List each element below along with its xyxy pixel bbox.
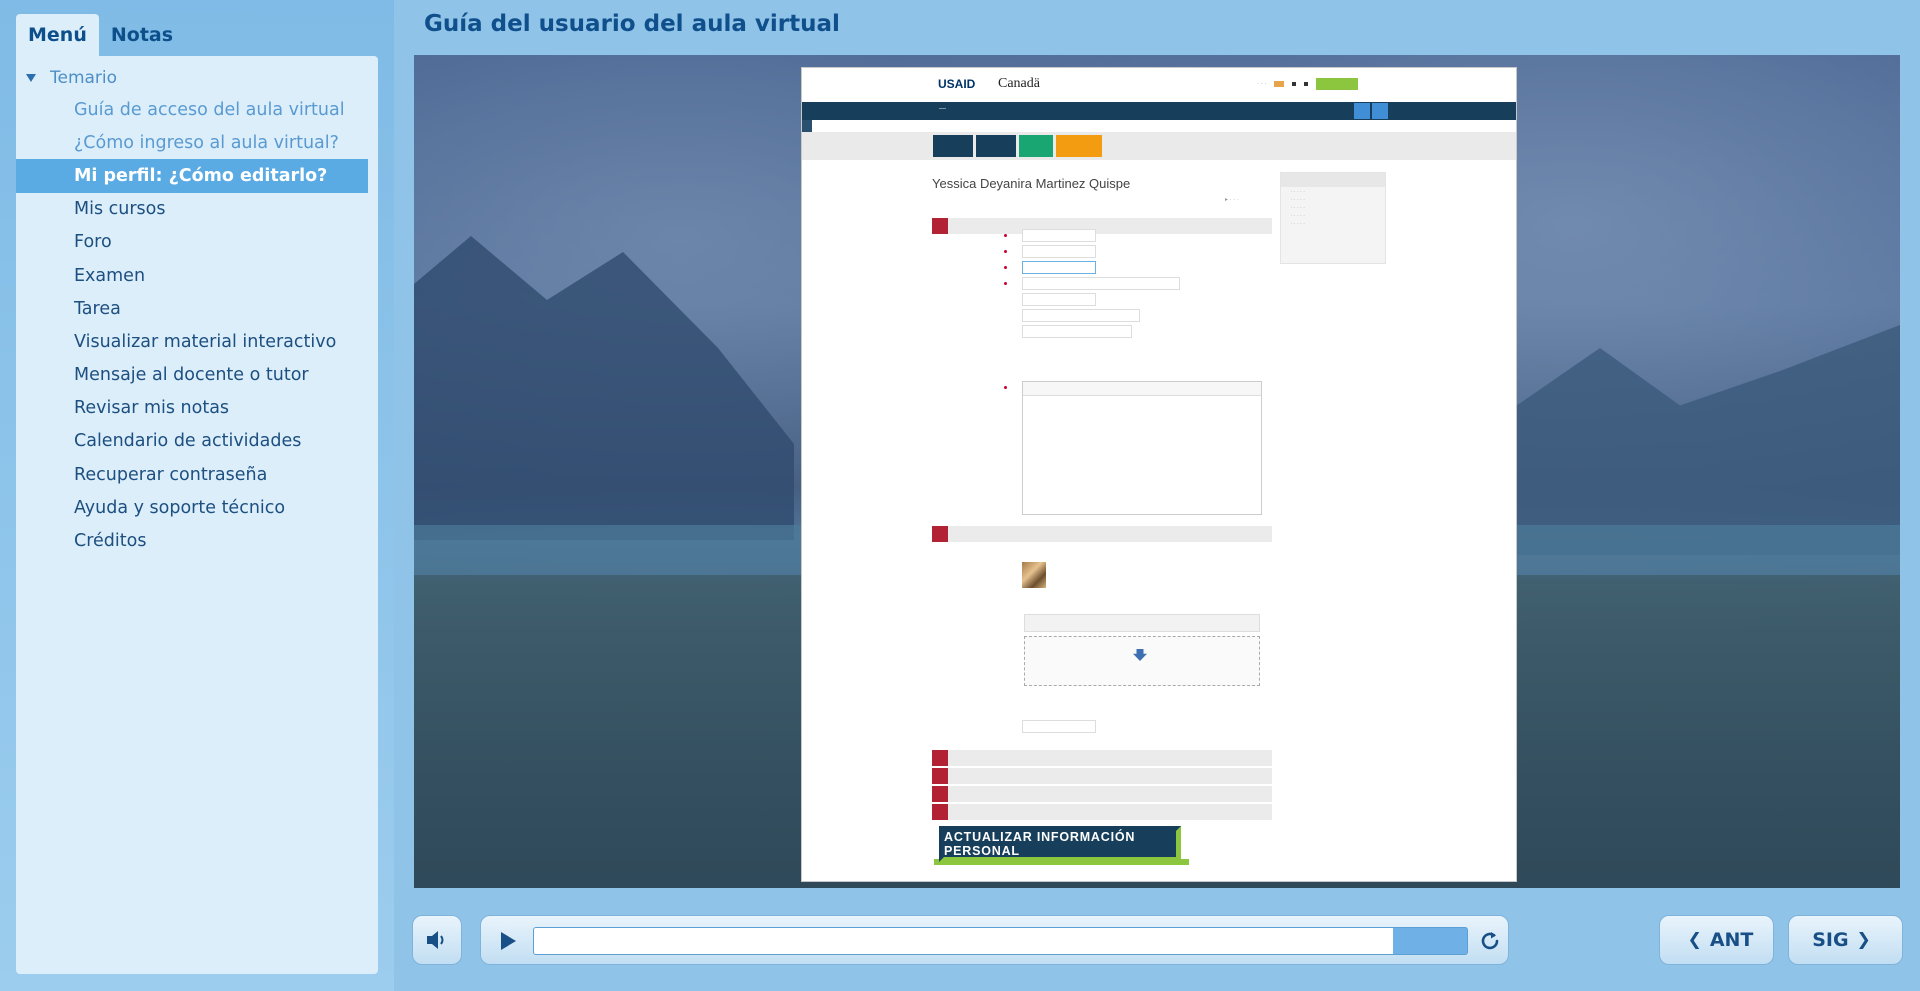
previous-button[interactable]: ❮ ANT (1659, 915, 1774, 965)
screenshot-navbar: — (802, 102, 1516, 120)
temario-label: Temario (50, 68, 118, 88)
screenshot-field-2 (1022, 245, 1096, 258)
sidebar-tabs: Menú Notas (16, 14, 185, 56)
screenshot-filepicker-dropzone (1024, 636, 1260, 686)
sidebar: Menú Notas Temario Guía de acceso del au… (0, 0, 394, 991)
next-label: SIG (1812, 929, 1849, 951)
screenshot-section-image (932, 526, 1272, 542)
usaid-logo: USAID (938, 77, 976, 91)
screenshot-description-editor (1022, 381, 1262, 515)
menu-item-mi-perfil[interactable]: Mi perfil: ¿Cómo editarlo? (16, 159, 368, 193)
previous-label: ANT (1709, 929, 1754, 951)
menu-item-foro[interactable]: Foro (16, 226, 378, 259)
menu-item-revisar-notas[interactable]: Revisar mis notas (16, 392, 378, 425)
screenshot-section-interests (932, 768, 1272, 784)
menu-item-examen[interactable]: Examen (16, 259, 378, 292)
replay-icon[interactable] (1477, 928, 1503, 954)
screenshot-field-6 (1022, 309, 1140, 322)
menu-item-calendario[interactable]: Calendario de actividades (16, 425, 378, 458)
caret-down-icon (26, 74, 36, 82)
background-mountain-left (414, 236, 794, 540)
player-bar (480, 915, 1509, 965)
screenshot-field-4 (1022, 277, 1180, 290)
menu-item-mensaje-docente[interactable]: Mensaje al docente o tutor (16, 359, 378, 392)
screenshot-field-3 (1022, 261, 1096, 274)
screenshot-field-image-desc (1022, 720, 1096, 733)
screenshot-green-button (1316, 78, 1359, 90)
screenshot-topbar: USAID Canadä · · · (802, 68, 1516, 102)
screenshot-top-right: · · · (1257, 78, 1359, 90)
menu-item-creditos[interactable]: Créditos (16, 524, 378, 557)
screenshot-user-avatar (1022, 562, 1046, 588)
screenshot-tb-4 (1056, 135, 1102, 157)
screenshot-section-general (932, 218, 1272, 234)
menu-item-recuperar-contrasena[interactable]: Recuperar contraseña (16, 458, 378, 491)
screenshot-filepicker-bar (1024, 614, 1260, 632)
screenshot-nav-icon-1 (1354, 103, 1370, 119)
menu-item-mis-cursos[interactable]: Mis cursos (16, 193, 378, 226)
screenshot-nav-icon-2 (1372, 103, 1388, 119)
menu-item-como-ingreso[interactable]: ¿Cómo ingreso al aula virtual? (16, 126, 378, 159)
screenshot-navigation-block: · · · · · · · · · · · · · · · · · · · · · ·… (1280, 172, 1386, 264)
screenshot-toolbar (802, 132, 1516, 160)
main-area: Guía del usuario del aula virtual USAID … (394, 0, 1920, 991)
screenshot-section-extra-names (932, 750, 1272, 766)
screenshot-field-7 (1022, 325, 1132, 338)
menu-item-guia-acceso[interactable]: Guía de acceso del aula virtual (16, 93, 378, 126)
temario-toggle[interactable]: Temario (22, 64, 117, 92)
menu-item-tarea[interactable]: Tarea (16, 292, 378, 325)
canada-logo: Canadä (998, 76, 1040, 91)
screenshot-navbar-text: — (939, 105, 946, 112)
play-icon[interactable] (501, 932, 516, 950)
screenshot-tb-3 (1019, 135, 1053, 157)
next-button[interactable]: SIG ❯ (1788, 915, 1903, 965)
progress-bar[interactable] (533, 927, 1468, 955)
screenshot-section-optional (932, 786, 1272, 802)
screenshot-profile-name: Yessica Deyanira Martinez Quispe (932, 176, 1131, 191)
menu-item-ayuda-soporte[interactable]: Ayuda y soporte técnico (16, 491, 378, 524)
slide-screenshot: USAID Canadä · · · — Yessica Deyanira Ma… (801, 67, 1517, 882)
tab-notes[interactable]: Notas (99, 14, 185, 56)
menu-panel: Temario Guía de acceso del aula virtual … (16, 56, 378, 974)
chevron-right-icon: ❯ (1856, 930, 1871, 950)
screenshot-tb-2 (976, 135, 1016, 157)
page-title: Guía del usuario del aula virtual (424, 11, 840, 37)
chevron-left-icon: ❮ (1687, 930, 1702, 950)
screenshot-tb-1 (933, 135, 973, 157)
download-arrow-icon (1133, 649, 1147, 661)
background-mountain-right (1500, 325, 1900, 555)
screenshot-field-5 (1022, 293, 1096, 306)
tab-menu[interactable]: Menú (16, 14, 99, 56)
progress-fill (534, 928, 1394, 954)
slide-stage: USAID Canadä · · · — Yessica Deyanira Ma… (414, 55, 1900, 888)
screenshot-expand-link: ▸ · · · (1225, 197, 1240, 203)
menu-item-material-interactivo[interactable]: Visualizar material interactivo (16, 325, 378, 358)
menu-list: Guía de acceso del aula virtual ¿Cómo in… (16, 93, 378, 558)
screenshot-section-other (932, 804, 1272, 820)
volume-button[interactable] (412, 915, 462, 965)
screenshot-navigation-header (1281, 173, 1385, 187)
screenshot-field-1 (1022, 229, 1096, 242)
volume-icon (427, 931, 444, 949)
update-personal-info-button: ACTUALIZAR INFORMACIÓN PERSONAL (939, 826, 1181, 862)
